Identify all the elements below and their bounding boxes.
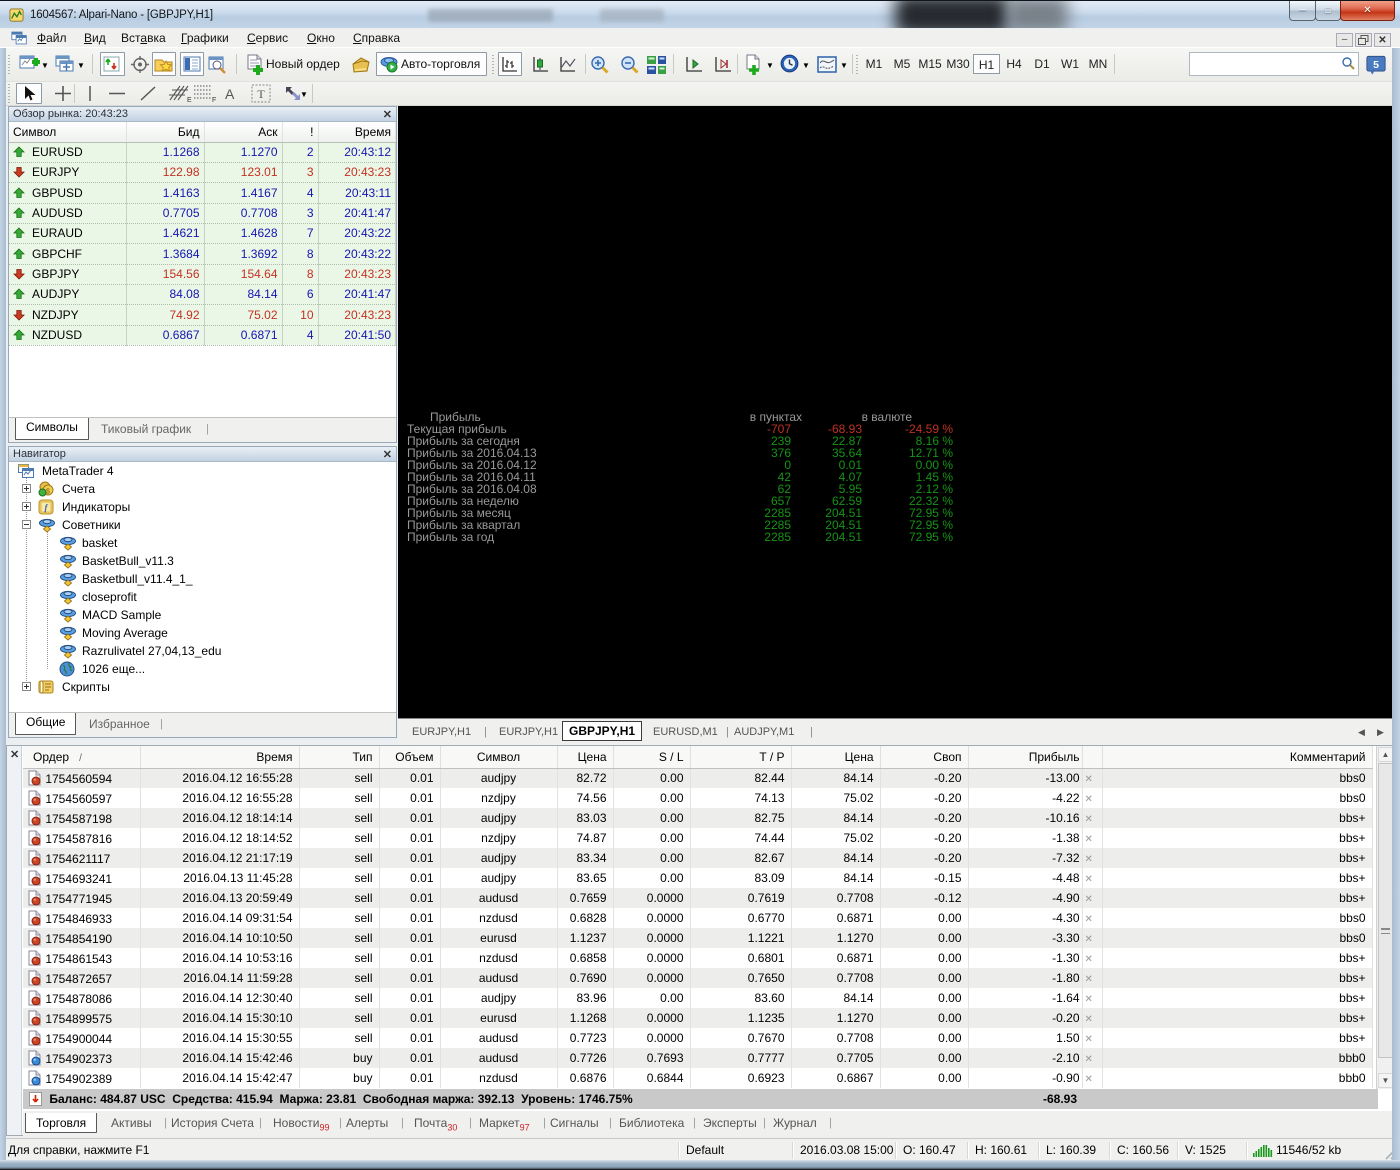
svg-text:T: T: [257, 87, 265, 101]
svg-text:5: 5: [1373, 60, 1379, 71]
svg-text:E: E: [187, 97, 192, 103]
svg-text:F: F: [212, 97, 216, 103]
svg-text:$: $: [46, 489, 50, 496]
